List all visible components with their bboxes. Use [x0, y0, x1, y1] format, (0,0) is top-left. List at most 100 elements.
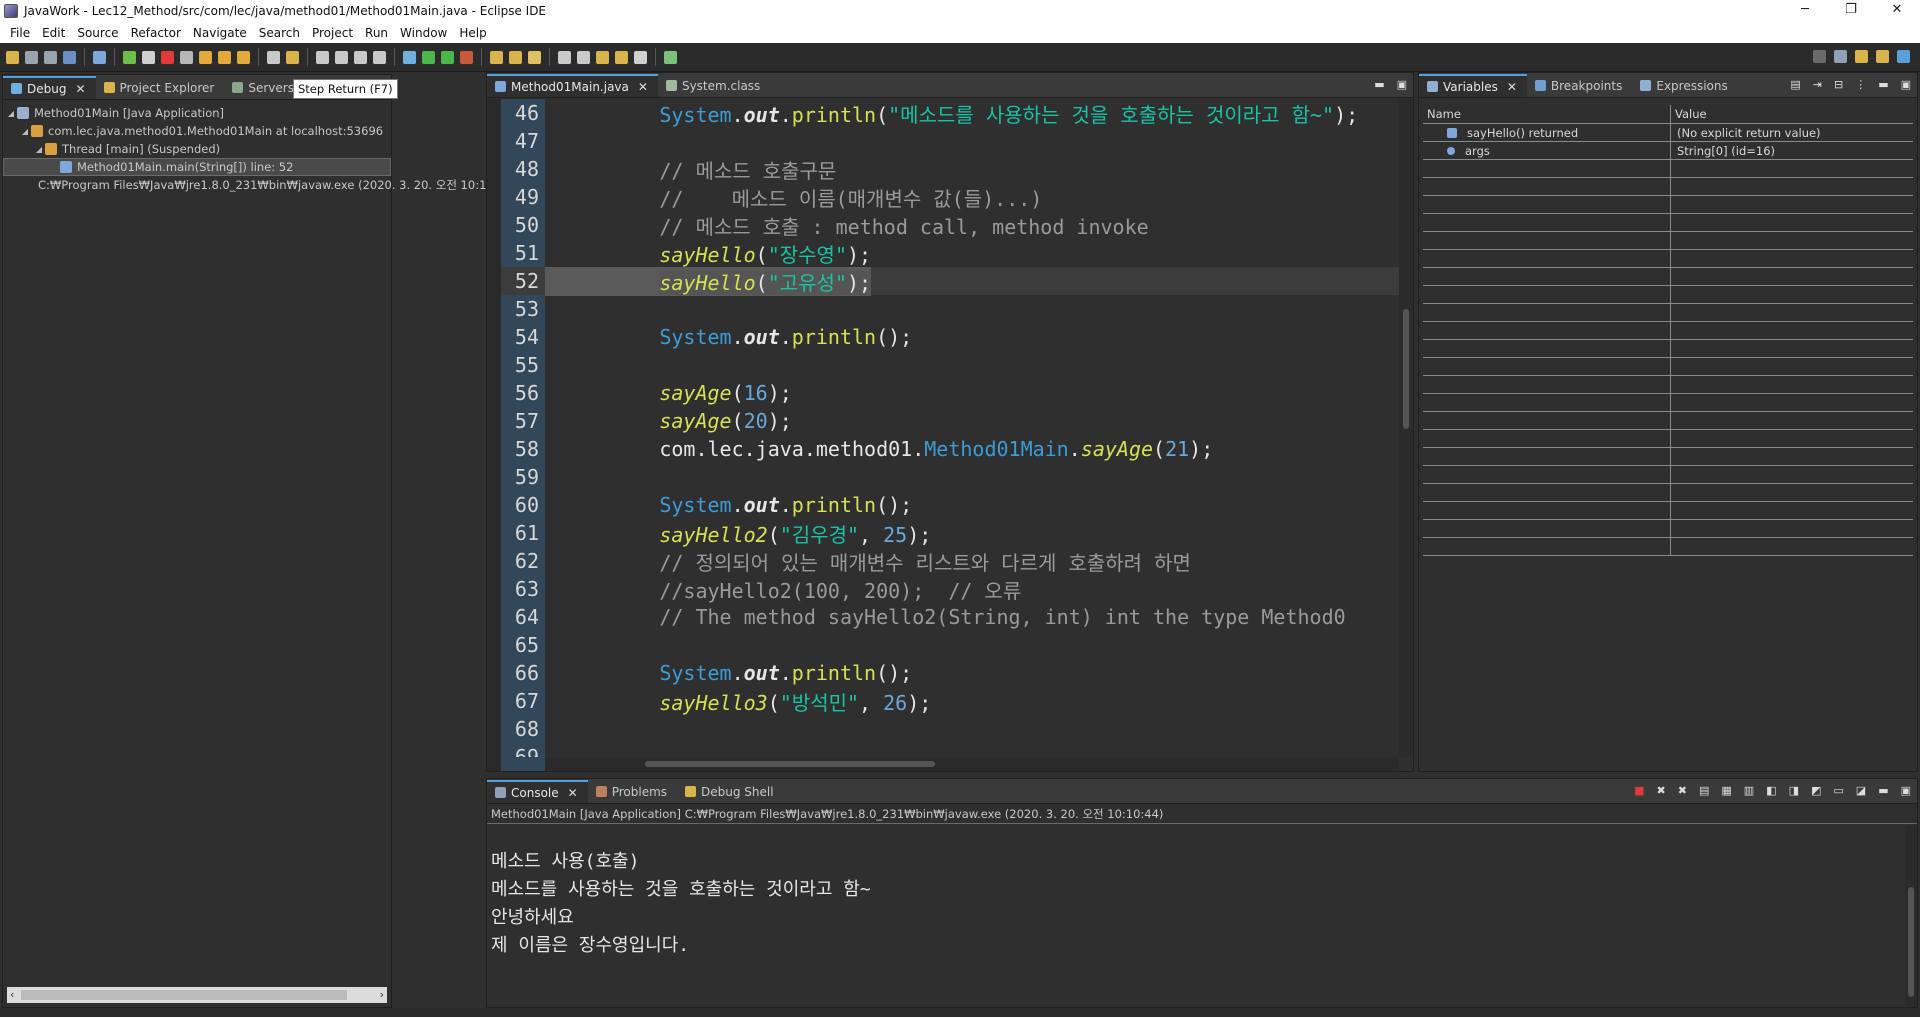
- code-line[interactable]: 63 //sayHello2(100, 200); // 오류: [501, 575, 1399, 603]
- pen-icon[interactable]: [335, 50, 348, 64]
- close-icon[interactable]: ✕: [75, 82, 85, 96]
- code-line[interactable]: 62 // 정의되어 있는 매개변수 리스트와 다르게 호출하려 하면: [501, 547, 1399, 575]
- close-icon[interactable]: ✕: [568, 786, 578, 800]
- close-window-button[interactable]: ✕: [1874, 0, 1920, 22]
- code-line[interactable]: 61 sayHello2("김우경", 25);: [501, 519, 1399, 547]
- debug-perspective-icon[interactable]: [1897, 50, 1910, 63]
- step-into-icon[interactable]: [199, 50, 212, 64]
- outline-icon[interactable]: [354, 50, 367, 64]
- view-menu-icon[interactable]: ⋮: [1855, 78, 1866, 91]
- terminate-icon[interactable]: [161, 50, 174, 64]
- menu-file[interactable]: File: [4, 26, 36, 40]
- code-line[interactable]: 64 // The method sayHello2(String, int) …: [501, 603, 1399, 631]
- code-editor[interactable]: 46 System.out.println("메소드를 사용하는 것을 호출하는…: [487, 99, 1413, 771]
- pin-console-icon[interactable]: ◩: [1811, 784, 1821, 797]
- menu-refactor[interactable]: Refactor: [125, 26, 187, 40]
- code-line[interactable]: 49 // 메소드 이름(매개변수 값(들)...): [501, 183, 1399, 211]
- code-line[interactable]: 57 sayAge(20);: [501, 407, 1399, 435]
- disconnect-icon[interactable]: [180, 50, 193, 64]
- table-row[interactable]: sayHello() returned (No explicit return …: [1423, 124, 1913, 142]
- terminate-icon[interactable]: ■: [1634, 784, 1644, 797]
- tab-method01main-java[interactable]: Method01Main.java ✕: [487, 74, 658, 97]
- show-on-error-icon[interactable]: ◨: [1789, 784, 1799, 797]
- run-icon[interactable]: [422, 50, 435, 64]
- menu-edit[interactable]: Edit: [36, 26, 71, 40]
- scroll-thumb[interactable]: [21, 990, 347, 1000]
- menu-search[interactable]: Search: [253, 26, 306, 40]
- coverage-icon[interactable]: [441, 50, 454, 64]
- code-line[interactable]: 67 sayHello3("방석민", 26);: [501, 687, 1399, 715]
- display-console-icon[interactable]: ▭: [1833, 784, 1843, 797]
- code-line[interactable]: 66 System.out.println();: [501, 659, 1399, 687]
- search-icon[interactable]: [1813, 50, 1826, 63]
- back-icon[interactable]: [615, 50, 628, 64]
- tree-item-launch[interactable]: ◢ Method01Main [Java Application]: [3, 104, 391, 122]
- show-logical-structure-icon[interactable]: ⇥: [1813, 78, 1822, 91]
- remove-all-launches-icon[interactable]: ✖: [1678, 784, 1687, 797]
- next-annotation-icon[interactable]: [558, 50, 571, 64]
- show-type-names-icon[interactable]: ▤: [1790, 78, 1800, 91]
- tab-debug[interactable]: Debug ✕: [3, 76, 96, 99]
- minimize-view-icon[interactable]: ▬: [1878, 784, 1888, 797]
- tab-expressions[interactable]: Expressions: [1632, 74, 1737, 97]
- code-line[interactable]: 56 sayAge(16);: [501, 379, 1399, 407]
- pin-editor-icon[interactable]: [664, 50, 677, 64]
- close-icon[interactable]: ✕: [1507, 80, 1517, 94]
- suspend-icon[interactable]: [142, 50, 155, 64]
- step-over-icon[interactable]: [218, 50, 231, 64]
- skip-breakpoints-icon[interactable]: [93, 50, 106, 64]
- search-ref-icon[interactable]: [316, 50, 329, 64]
- console-output[interactable]: 메소드 사용(호출) 메소드를 사용하는 것을 호출하는 것이라고 함~ 안녕하…: [487, 824, 1917, 960]
- console-vscrollbar[interactable]: [1905, 825, 1917, 1007]
- remove-launch-icon[interactable]: ✖: [1657, 784, 1666, 797]
- menu-source[interactable]: Source: [71, 26, 124, 40]
- tree-item-vm[interactable]: ◢ com.lec.java.method01.Method01Main at …: [3, 122, 391, 140]
- code-line[interactable]: 50 // 메소드 호출 : method call, method invok…: [501, 211, 1399, 239]
- code-line[interactable]: 59: [501, 463, 1399, 491]
- resume-icon[interactable]: [123, 50, 136, 64]
- scroll-lock-icon[interactable]: ▦: [1721, 784, 1731, 797]
- code-line[interactable]: 48 // 메소드 호출구문: [501, 155, 1399, 183]
- tab-console[interactable]: Console ✕: [487, 780, 588, 803]
- open-console-icon[interactable]: [63, 50, 76, 64]
- open-task-icon[interactable]: [509, 50, 522, 64]
- menu-run[interactable]: Run: [359, 26, 394, 40]
- code-line[interactable]: 65: [501, 631, 1399, 659]
- new-icon[interactable]: [6, 50, 19, 64]
- close-icon[interactable]: ✕: [638, 80, 648, 94]
- code-line[interactable]: 51 sayHello("장수영");: [501, 239, 1399, 267]
- tree-item-process[interactable]: C:₩Program Files₩Java₩jre1.8.0_231₩bin₩j…: [3, 176, 486, 194]
- current-instruction-line[interactable]: 52 sayHello("고유성");: [501, 266, 1399, 296]
- maximize-view-icon[interactable]: ▣: [1397, 78, 1407, 91]
- code-line[interactable]: 58 com.lec.java.method01.Method01Main.sa…: [501, 435, 1399, 463]
- minimize-view-icon[interactable]: ▬: [1878, 78, 1888, 91]
- column-name[interactable]: Name: [1423, 105, 1671, 123]
- code-line[interactable]: 53: [501, 295, 1399, 323]
- clear-console-icon[interactable]: ▤: [1699, 784, 1709, 797]
- word-wrap-icon[interactable]: ▥: [1744, 784, 1754, 797]
- menu-navigate[interactable]: Navigate: [187, 26, 253, 40]
- minimize-button[interactable]: ─: [1782, 0, 1828, 22]
- editor-hscrollbar[interactable]: [545, 757, 1399, 771]
- tab-breakpoints[interactable]: Breakpoints: [1527, 74, 1632, 97]
- debug-icon[interactable]: [403, 50, 416, 64]
- scroll-right-icon[interactable]: ›: [380, 987, 384, 1003]
- forward-icon[interactable]: [634, 50, 647, 64]
- tree-item-thread[interactable]: ◢ Thread [main] (Suspended): [3, 140, 391, 158]
- code-line[interactable]: 47: [501, 127, 1399, 155]
- tab-variables[interactable]: Variables ✕: [1419, 74, 1527, 97]
- open-type-icon[interactable]: [490, 50, 503, 64]
- java-perspective-icon[interactable]: [1876, 50, 1889, 63]
- external-tools-icon[interactable]: [460, 50, 473, 64]
- step-return-icon[interactable]: [237, 50, 250, 64]
- last-edit-icon[interactable]: [596, 50, 609, 64]
- use-step-filters-icon[interactable]: [286, 50, 299, 64]
- tab-debug-shell[interactable]: Debug Shell: [677, 780, 784, 803]
- code-line[interactable]: 60 System.out.println();: [501, 491, 1399, 519]
- expand-icon[interactable]: ◢: [5, 109, 17, 118]
- collapse-all-icon[interactable]: ⊟: [1834, 78, 1843, 91]
- tab-project-explorer[interactable]: Project Explorer: [96, 76, 225, 99]
- prev-annotation-icon[interactable]: [577, 50, 590, 64]
- code-line[interactable]: 46 System.out.println("메소드를 사용하는 것을 호출하는…: [501, 99, 1399, 127]
- format-icon[interactable]: [373, 50, 386, 64]
